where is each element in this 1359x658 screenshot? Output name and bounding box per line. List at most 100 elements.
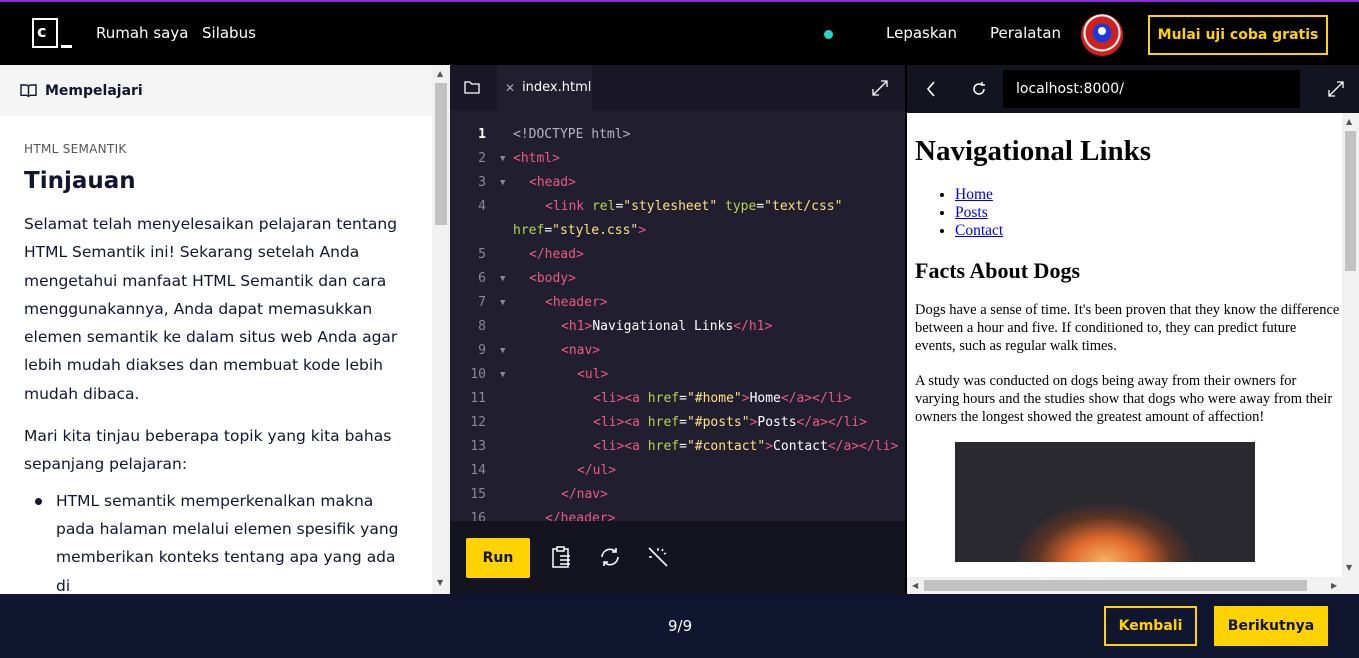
code-line[interactable]: 11 <li><a href="#home">Home</a></li> [450,387,905,411]
code-text: <!DOCTYPE html> [513,123,630,147]
code-text: <li><a href="#contact">Contact</a></li> [593,435,898,459]
fold-arrow-icon[interactable]: ▼ [500,267,505,291]
link-contact[interactable]: Contact [955,222,1003,239]
nav-link-home[interactable]: Rumah saya [96,24,188,42]
codecademy-logo[interactable]: c [32,18,74,50]
clipboard-icon[interactable] [551,545,573,569]
line-number: 8 [478,319,486,334]
code-token: = [756,199,765,214]
code-line[interactable]: 2 ▼ <html> [450,147,905,171]
expand-icon[interactable] [1327,80,1345,98]
line-number: 6 [478,271,486,286]
code-token: "style.css" [552,223,639,238]
lesson-scrollbar[interactable]: ▲ ▼ [432,65,450,594]
top-nav: c Rumah saya Silabus Lepaskan Peralatan … [0,0,1359,65]
code-token: <body> [529,271,576,286]
code-token: </head> [529,247,584,262]
line-number: 14 [470,463,486,478]
line-number: 5 [478,247,486,262]
code-token: <html> [513,151,560,166]
code-line[interactable]: 1 <!DOCTYPE html> [450,123,905,147]
code-token: "#contact" [686,439,766,454]
code-text: <li><a href="#home">Home</a></li> [593,387,851,411]
code-token: <link [545,199,592,214]
book-icon [20,84,37,98]
code-line[interactable]: 6 ▼ <body> [450,267,905,291]
code-line[interactable]: 9 ▼ <nav> [450,339,905,363]
back-button[interactable]: Kembali [1104,606,1197,646]
code-text: <h1>Navigational Links</h1> [561,315,772,339]
fold-arrow-icon[interactable]: ▼ [500,291,505,315]
code-line[interactable]: 13 <li><a href="#contact">Contact</a></li… [450,435,905,459]
code-line[interactable]: 10 ▼ <ul> [450,363,905,387]
free-trial-button[interactable]: Mulai uji coba gratis [1148,15,1328,55]
folder-icon[interactable] [464,80,480,94]
nav-list: Home Posts Contact [915,186,1340,240]
lesson-eyebrow: HTML SEMANTIK [24,142,127,156]
list-item: Posts [955,204,1340,222]
browser-preview: localhost:8000/ Navigational Links Home … [907,65,1359,594]
code-token: <li><a [593,439,648,454]
code-token: > [638,223,647,238]
preview-vertical-scrollbar[interactable]: ▲ ▼ [1342,113,1359,594]
url-bar[interactable]: localhost:8000/ [1003,70,1300,108]
code-token: <h1> [561,319,593,334]
link-home[interactable]: Home [955,186,993,203]
rendered-page: Navigational Links Home Posts Contact Fa… [915,113,1340,562]
code-text: <ul> [577,363,608,387]
code-token: </h1> [733,319,773,334]
code-line[interactable]: 12 <li><a href="#posts">Posts</a></li> [450,411,905,435]
code-token: </nav> [561,487,608,502]
code-text: <body> [529,267,576,291]
code-token: rel [591,199,616,214]
page-paragraph: A study was conducted on dogs being away… [915,373,1333,425]
preview-horizontal-scrollbar[interactable]: ◀ ▶ [907,577,1342,594]
code-line[interactable]: 14 </ul> [450,459,905,483]
section-heading: Facts About Dogs [915,258,1081,283]
code-token: Posts [757,415,797,430]
fold-arrow-icon[interactable]: ▼ [500,339,505,363]
code-line[interactable]: 5 </head> [450,243,905,267]
magic-wand-icon[interactable] [646,545,670,569]
lesson-paragraph: Mari kita tinjau beberapa topik yang kit… [24,427,392,474]
code-line[interactable]: 8 <h1>Navigational Links</h1> [450,315,905,339]
tab-index-html[interactable]: ✕ index.html [497,65,592,110]
link-posts[interactable]: Posts [955,204,988,221]
reload-icon[interactable] [971,81,987,97]
fold-arrow-icon[interactable]: ▼ [500,363,505,387]
code-text: <head> [529,171,576,195]
nav-link-release[interactable]: Lepaskan [886,24,957,42]
lesson-footer: 9/9 Kembali Berikutnya [0,594,1359,658]
code-editor: ✕ index.html 1 <!DOCTYPE html> 2 ▼ <html> 3 ▼ <… [450,65,905,594]
code-text: href="style.css"> [513,219,646,243]
run-button[interactable]: Run [466,538,530,578]
refresh-icon[interactable] [598,545,622,569]
code-token: "#home" [686,391,742,406]
avatar[interactable] [1081,14,1123,56]
code-area[interactable]: 1 <!DOCTYPE html> 2 ▼ <html> 3 ▼ <head> 4 <link r… [450,123,905,531]
status-dot [824,30,833,39]
code-line[interactable]: href="style.css"> [450,219,905,243]
code-token: = [544,223,553,238]
code-line[interactable]: 4 <link rel="stylesheet" type="text/css" [450,195,905,219]
close-icon[interactable]: ✕ [505,81,515,95]
expand-icon[interactable] [871,79,889,97]
back-icon[interactable] [926,81,936,97]
fold-arrow-icon[interactable]: ▼ [500,171,505,195]
line-number: 10 [470,367,486,382]
code-token: </a></li> [796,415,867,430]
code-token: </a></li> [780,391,852,406]
code-line[interactable]: 3 ▼ <head> [450,171,905,195]
code-line[interactable]: 7 ▼ <header> [450,291,905,315]
nav-link-tools[interactable]: Peralatan [990,24,1061,42]
line-number: 3 [478,175,486,190]
code-token: "stylesheet" [623,199,718,214]
fold-arrow-icon[interactable]: ▼ [500,147,505,171]
code-token: = [679,439,687,454]
code-text: <li><a href="#posts">Posts</a></li> [593,411,867,435]
code-line[interactable]: 15 </nav> [450,483,905,507]
code-text: <link rel="stylesheet" type="text/css" [545,195,842,219]
nav-link-syllabus[interactable]: Silabus [202,24,256,42]
next-button[interactable]: Berikutnya [1214,606,1328,646]
